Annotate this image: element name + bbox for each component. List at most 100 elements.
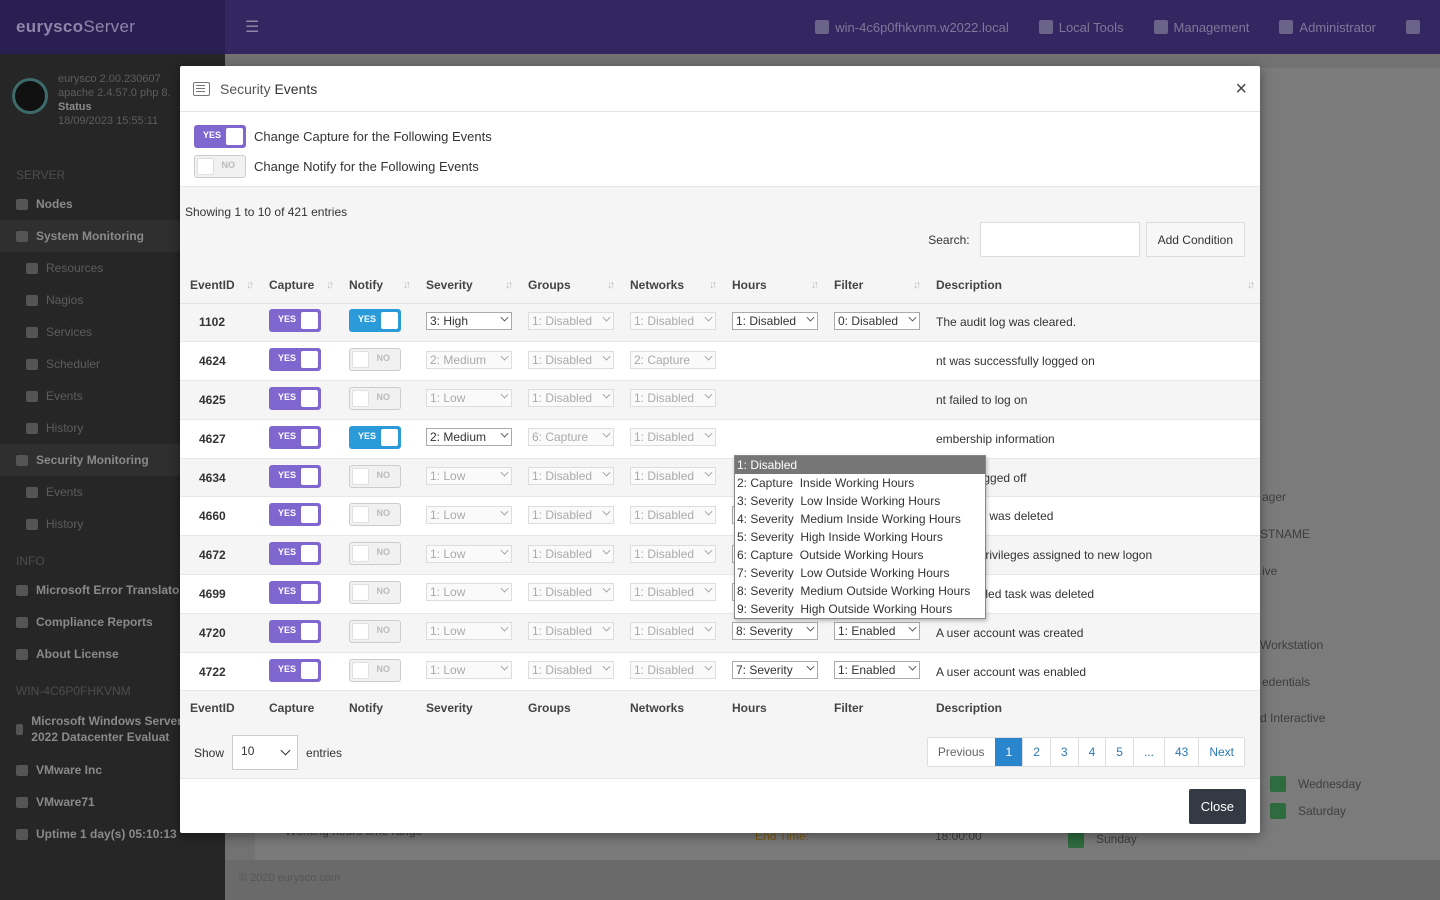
- networks-select[interactable]: 1: Disabled: [630, 544, 716, 563]
- page-button[interactable]: 43: [1163, 738, 1199, 766]
- checkbox-icon[interactable]: [1068, 832, 1084, 848]
- networks-select[interactable]: 1: Disabled: [630, 661, 716, 680]
- column-header[interactable]: Networks ↓↑: [620, 268, 722, 304]
- severity-select[interactable]: 1: Low: [426, 583, 512, 602]
- sort-icon[interactable]: ↓↑: [505, 279, 513, 291]
- severity-select[interactable]: 1: Low: [426, 505, 512, 524]
- search-input[interactable]: [979, 222, 1140, 257]
- severity-select[interactable]: 1: Low: [426, 661, 512, 680]
- column-header[interactable]: Severity ↓↑: [416, 268, 518, 304]
- severity-select[interactable]: 1: Low: [426, 467, 512, 486]
- topnav-item[interactable]: win-4c6p0fhkvnm.w2022.local: [815, 20, 1009, 35]
- notify-toggle[interactable]: NO: [349, 348, 401, 372]
- networks-select[interactable]: 1: Disabled: [630, 622, 716, 641]
- hours-option[interactable]: 5: Severity High Inside Working Hours: [735, 528, 985, 546]
- topnav-item[interactable]: Management: [1153, 20, 1249, 35]
- hours-option[interactable]: 4: Severity Medium Inside Working Hours: [735, 510, 985, 528]
- capture-toggle[interactable]: YES: [269, 619, 321, 643]
- groups-select[interactable]: 1: Disabled: [528, 583, 614, 602]
- filter-select[interactable]: 1: Enabled: [834, 661, 920, 680]
- capture-toggle[interactable]: YES: [269, 348, 321, 372]
- hours-option[interactable]: 7: Severity Low Outside Working Hours: [735, 564, 985, 582]
- hours-option[interactable]: 3: Severity Low Inside Working Hours: [735, 492, 985, 510]
- notify-bulk-toggle[interactable]: NO: [194, 154, 246, 178]
- hours-dropdown[interactable]: 1: Disabled 2: Capture Inside Working Hou…: [734, 455, 986, 619]
- column-header[interactable]: EventID ↓↑: [180, 268, 259, 304]
- column-header[interactable]: Notify ↓↑: [339, 268, 416, 304]
- capture-toggle[interactable]: YES: [269, 503, 321, 527]
- page-button[interactable]: 4: [1077, 738, 1106, 766]
- sort-icon[interactable]: ↓↑: [913, 279, 921, 291]
- hours-select[interactable]: 1: Disabled: [732, 311, 818, 330]
- close-icon[interactable]: ×: [1235, 79, 1247, 99]
- sort-icon[interactable]: ↓↑: [403, 279, 411, 291]
- menu-toggle-icon[interactable]: ☰: [245, 17, 259, 37]
- brand-logo[interactable]: eurysco Server: [0, 0, 225, 54]
- notify-toggle[interactable]: NO: [349, 580, 401, 604]
- sort-icon[interactable]: ↓↑: [326, 279, 334, 291]
- sort-icon[interactable]: ↓↑: [607, 279, 615, 291]
- capture-toggle[interactable]: YES: [269, 580, 321, 604]
- capture-toggle[interactable]: YES: [269, 542, 321, 566]
- severity-select[interactable]: 2: Medium: [426, 428, 512, 447]
- next-button[interactable]: Next: [1198, 738, 1244, 766]
- networks-select[interactable]: 1: Disabled: [630, 583, 716, 602]
- page-length-select[interactable]: 10: [232, 735, 299, 770]
- close-button[interactable]: Close: [1188, 789, 1246, 824]
- networks-select[interactable]: 1: Disabled: [630, 428, 716, 447]
- sort-icon[interactable]: ↓↑: [811, 279, 819, 291]
- notify-toggle[interactable]: NO: [349, 464, 401, 488]
- column-header[interactable]: Filter ↓↑: [824, 268, 926, 304]
- groups-select[interactable]: 1: Disabled: [528, 467, 614, 486]
- sort-icon[interactable]: ↓↑: [709, 279, 717, 291]
- column-header[interactable]: Description ↓↑: [926, 268, 1260, 304]
- groups-select[interactable]: 6: Capture: [528, 428, 614, 447]
- hours-option[interactable]: 8: Severity Medium Outside Working Hours: [735, 582, 985, 600]
- hours-option[interactable]: 9: Severity High Outside Working Hours: [735, 600, 985, 618]
- hours-option[interactable]: 1: Disabled: [735, 456, 985, 474]
- checkbox-icon[interactable]: [1270, 776, 1286, 792]
- capture-toggle[interactable]: YES: [269, 658, 321, 682]
- capture-toggle[interactable]: YES: [269, 386, 321, 410]
- column-header[interactable]: Hours ↓↑: [722, 268, 824, 304]
- severity-select[interactable]: 1: Low: [426, 544, 512, 563]
- networks-select[interactable]: 1: Disabled: [630, 505, 716, 524]
- notify-toggle[interactable]: NO: [349, 542, 401, 566]
- groups-select[interactable]: 1: Disabled: [528, 661, 614, 680]
- networks-select[interactable]: 1: Disabled: [630, 311, 716, 330]
- severity-select[interactable]: 1: Low: [426, 389, 512, 408]
- topnav-item[interactable]: Administrator: [1279, 20, 1376, 35]
- notify-toggle[interactable]: YES: [349, 309, 401, 333]
- page-button[interactable]: 5: [1105, 738, 1133, 766]
- groups-select[interactable]: 1: Disabled: [528, 622, 614, 641]
- page-button[interactable]: 1: [994, 738, 1023, 766]
- groups-select[interactable]: 1: Disabled: [528, 505, 614, 524]
- filter-select[interactable]: 0: Disabled: [834, 311, 920, 330]
- networks-select[interactable]: 2: Capture: [630, 350, 716, 369]
- page-button[interactable]: ...: [1132, 738, 1164, 766]
- capture-toggle[interactable]: YES: [269, 464, 321, 488]
- page-button[interactable]: 3: [1049, 738, 1078, 766]
- sort-icon[interactable]: ↓↑: [1247, 279, 1255, 291]
- column-header[interactable]: Groups ↓↑: [518, 268, 620, 304]
- severity-select[interactable]: 1: Low: [426, 622, 512, 641]
- capture-bulk-toggle[interactable]: YES: [194, 124, 246, 148]
- checkbox-icon[interactable]: [1270, 803, 1286, 819]
- networks-select[interactable]: 1: Disabled: [630, 467, 716, 486]
- groups-select[interactable]: 1: Disabled: [528, 350, 614, 369]
- capture-toggle[interactable]: YES: [269, 309, 321, 333]
- notify-toggle[interactable]: NO: [349, 658, 401, 682]
- severity-select[interactable]: 3: High: [426, 311, 512, 330]
- column-header[interactable]: Capture ↓↑: [259, 268, 339, 304]
- notify-toggle[interactable]: NO: [349, 619, 401, 643]
- hours-option[interactable]: 6: Capture Outside Working Hours: [735, 546, 985, 564]
- hours-option[interactable]: 2: Capture Inside Working Hours: [735, 474, 985, 492]
- capture-toggle[interactable]: YES: [269, 425, 321, 449]
- filter-select[interactable]: 1: Enabled: [834, 622, 920, 641]
- networks-select[interactable]: 1: Disabled: [630, 389, 716, 408]
- notify-toggle[interactable]: YES: [349, 425, 401, 449]
- topnav-item[interactable]: Local Tools: [1038, 20, 1124, 35]
- groups-select[interactable]: 1: Disabled: [528, 544, 614, 563]
- previous-button[interactable]: Previous: [927, 738, 995, 766]
- groups-select[interactable]: 1: Disabled: [528, 311, 614, 330]
